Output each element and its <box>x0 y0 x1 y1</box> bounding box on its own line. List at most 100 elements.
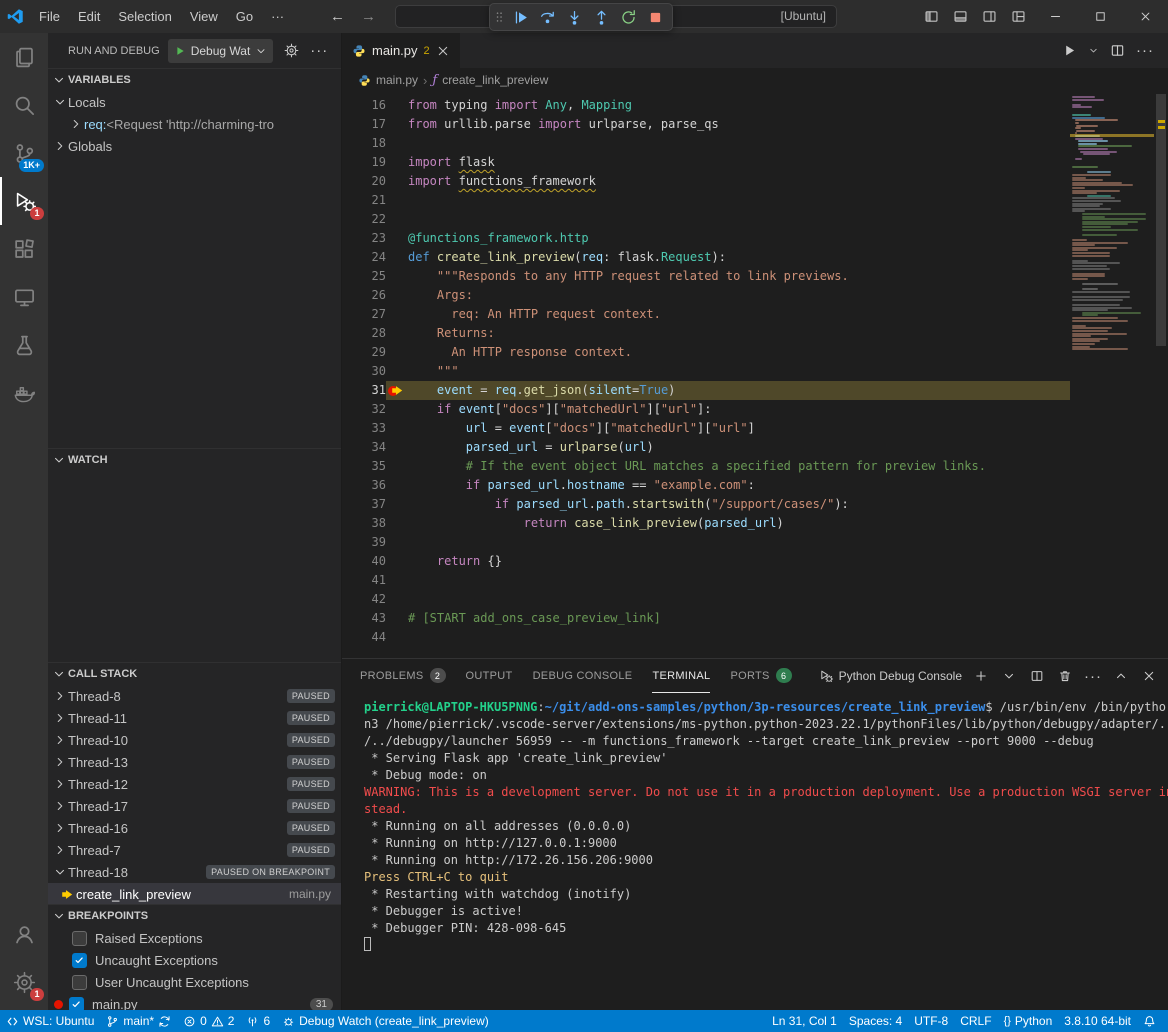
menu-view[interactable]: View <box>181 0 227 33</box>
code-line[interactable]: 21 <box>342 191 1070 210</box>
nav-forward-button[interactable]: → <box>361 8 376 25</box>
panel-tab-problems[interactable]: PROBLEMS2 <box>360 659 446 693</box>
activity-extensions[interactable] <box>0 225 48 273</box>
status-item[interactable] <box>1137 1010 1162 1032</box>
stack-frame[interactable]: create_link_previewmain.py <box>48 883 341 904</box>
thread-thread-7[interactable]: Thread-7PAUSED <box>48 839 341 861</box>
breakpoint-checkbox[interactable] <box>72 953 87 968</box>
breakpoint-uncaught-exceptions[interactable]: Uncaught Exceptions <box>48 949 341 971</box>
code-line[interactable]: 23@functions_framework.http <box>342 229 1070 248</box>
code-line[interactable]: 22 <box>342 210 1070 229</box>
menu-more[interactable]: ··· <box>262 0 293 33</box>
code-line[interactable]: 33 url = event["docs"]["matchedUrl"]["ur… <box>342 419 1070 438</box>
thread-thread-12[interactable]: Thread-12PAUSED <box>48 773 341 795</box>
code-line[interactable]: 42 <box>342 590 1070 609</box>
code-line[interactable]: 20import functions_framework <box>342 172 1070 191</box>
code-line[interactable]: 39 <box>342 533 1070 552</box>
code-editor[interactable]: 16from typing import Any, Mapping17from … <box>342 92 1070 658</box>
menu-go[interactable]: Go <box>227 0 262 33</box>
breakpoint-checkbox[interactable] <box>69 997 84 1011</box>
breakpoint-raised-exceptions[interactable]: Raised Exceptions <box>48 927 341 949</box>
status-item[interactable]: CRLF <box>954 1010 997 1032</box>
status-item[interactable]: UTF-8 <box>908 1010 954 1032</box>
minimap[interactable] <box>1070 92 1154 658</box>
activity-search[interactable] <box>0 81 48 129</box>
activity-docker[interactable] <box>0 369 48 417</box>
code-line[interactable]: 28 Returns: <box>342 324 1070 343</box>
breadcrumb-symbol[interactable]: create_link_preview <box>442 73 548 87</box>
code-line[interactable]: 29 An HTTP response context. <box>342 343 1070 362</box>
tab-main-py[interactable]: main.py 2 <box>342 33 460 68</box>
menu-edit[interactable]: Edit <box>69 0 109 33</box>
code-line[interactable]: 31 event = req.get_json(silent=True) <box>342 381 1070 400</box>
code-line[interactable]: 34 parsed_url = urlparse(url) <box>342 438 1070 457</box>
scope-locals[interactable]: Locals <box>48 91 341 113</box>
status-item[interactable]: {}Python <box>998 1010 1059 1032</box>
status-item[interactable]: 6 <box>240 1010 276 1032</box>
customize-layout-button[interactable] <box>1004 0 1033 33</box>
continue-button[interactable] <box>507 4 534 30</box>
thread-thread-11[interactable]: Thread-11PAUSED <box>48 707 341 729</box>
debug-settings-gear-icon[interactable] <box>281 40 301 62</box>
minimize-button[interactable] <box>1033 0 1078 33</box>
status-item[interactable]: 02 <box>177 1010 240 1032</box>
terminal-picker-chevron[interactable] <box>1000 669 1018 683</box>
breakpoint-main.py[interactable]: main.py31 <box>48 993 341 1010</box>
code-line[interactable]: 36 if parsed_url.hostname == "example.co… <box>342 476 1070 495</box>
toggle-secondary-sidebar-button[interactable] <box>975 0 1004 33</box>
code-line[interactable]: 41 <box>342 571 1070 590</box>
code-line[interactable]: 19import flask <box>342 153 1070 172</box>
menu-selection[interactable]: Selection <box>109 0 180 33</box>
grip-icon[interactable] <box>493 9 507 25</box>
scope-globals[interactable]: Globals <box>48 135 341 157</box>
toggle-sidebar-button[interactable] <box>917 0 946 33</box>
code-line[interactable]: 30 """ <box>342 362 1070 381</box>
step-over-button[interactable] <box>534 4 561 30</box>
run-file-button[interactable] <box>1062 43 1077 58</box>
code-line[interactable]: 16from typing import Any, Mapping <box>342 96 1070 115</box>
activity-remote-explorer[interactable] <box>0 273 48 321</box>
tab-close-icon[interactable] <box>436 44 450 58</box>
status-item[interactable]: Debug Watch (create_link_preview) <box>276 1010 495 1032</box>
start-debug-icon[interactable] <box>174 45 186 57</box>
menu-file[interactable]: File <box>30 0 69 33</box>
thread-thread-13[interactable]: Thread-13PAUSED <box>48 751 341 773</box>
panel-tab-terminal[interactable]: TERMINAL <box>652 659 710 693</box>
breadcrumb[interactable]: main.py › ƒ create_link_preview <box>342 68 1168 92</box>
code-line[interactable]: 24def create_link_preview(req: flask.Req… <box>342 248 1070 267</box>
status-item[interactable]: WSL: Ubuntu <box>0 1010 100 1032</box>
panel-tab-ports[interactable]: PORTS6 <box>730 659 791 693</box>
panel-tab-debug-console[interactable]: DEBUG CONSOLE <box>533 659 633 693</box>
stop-button[interactable] <box>642 4 669 30</box>
code-line[interactable]: 32 if event["docs"]["matchedUrl"]["url"]… <box>342 400 1070 419</box>
run-dropdown-chevron[interactable] <box>1088 45 1099 56</box>
step-out-button[interactable] <box>588 4 615 30</box>
maximize-button[interactable] <box>1078 0 1123 33</box>
activity-settings[interactable]: 1 <box>0 958 48 1006</box>
debug-config-dropdown[interactable]: Debug Wat <box>168 39 274 63</box>
code-line[interactable]: 43# [START add_ons_case_preview_link] <box>342 609 1070 628</box>
code-line[interactable]: 40 return {} <box>342 552 1070 571</box>
activity-accounts[interactable] <box>0 910 48 958</box>
watch-header[interactable]: WATCH <box>48 449 341 471</box>
status-item[interactable]: main* <box>100 1010 177 1032</box>
callstack-header[interactable]: CALL STACK <box>48 663 341 685</box>
split-editor-button[interactable] <box>1110 43 1125 58</box>
code-line[interactable]: 35 # If the event object URL matches a s… <box>342 457 1070 476</box>
terminal-more-button[interactable]: ··· <box>1084 669 1102 684</box>
code-line[interactable]: 37 if parsed_url.path.startswith("/suppo… <box>342 495 1070 514</box>
code-line[interactable]: 26 Args: <box>342 286 1070 305</box>
thread-thread-16[interactable]: Thread-16PAUSED <box>48 817 341 839</box>
panel-tab-output[interactable]: OUTPUT <box>466 659 513 693</box>
activity-explorer[interactable] <box>0 33 48 81</box>
code-line[interactable]: 25 """Responds to any HTTP request relat… <box>342 267 1070 286</box>
terminal[interactable]: pierrick@LAPTOP-HKU5PNNG:~/git/add-ons-s… <box>342 693 1168 1010</box>
close-panel-button[interactable] <box>1140 669 1158 683</box>
status-item[interactable]: 3.8.10 64-bit <box>1058 1010 1137 1032</box>
split-terminal-button[interactable] <box>1028 669 1046 683</box>
code-line[interactable]: 17from urllib.parse import urlparse, par… <box>342 115 1070 134</box>
kill-terminal-button[interactable] <box>1056 669 1074 683</box>
editor-scrollbar[interactable] <box>1154 92 1168 658</box>
status-item[interactable]: Spaces: 4 <box>843 1010 908 1032</box>
step-into-button[interactable] <box>561 4 588 30</box>
